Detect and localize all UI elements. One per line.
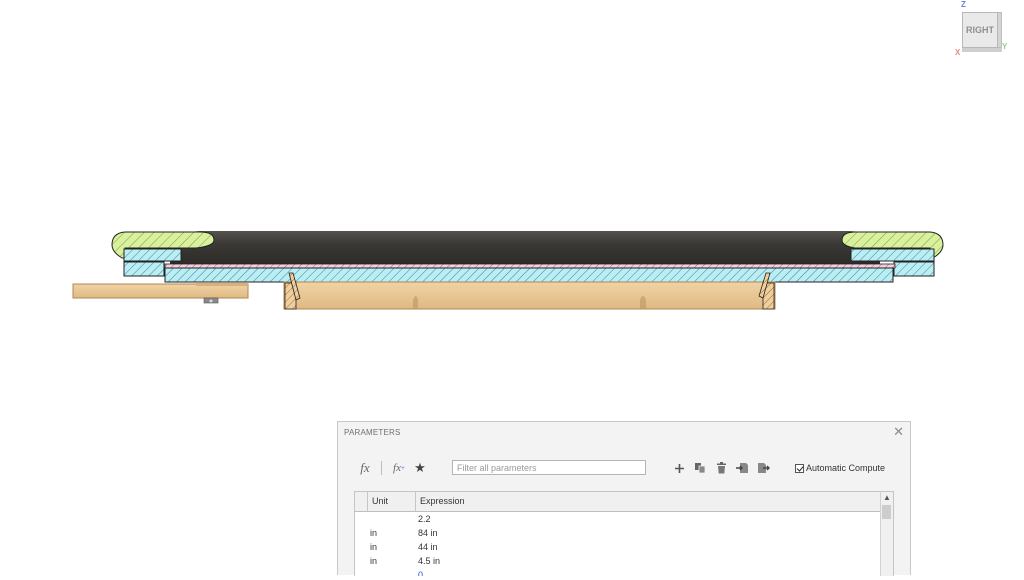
export-icon[interactable] (755, 458, 771, 478)
axis-x-label: X (955, 48, 961, 57)
unit-cell: in (370, 556, 378, 566)
parameters-dialog: PARAMETERS ✕ fx fx+ ★ Automatic Compute … (337, 421, 911, 576)
expression-cell[interactable]: 84 in (418, 526, 438, 540)
wood-apron (283, 281, 776, 310)
expression-cell[interactable]: 4.5 in (418, 554, 440, 568)
automatic-compute-label: Automatic Compute (806, 463, 886, 473)
left-block-lower (123, 261, 165, 277)
vertical-scrollbar[interactable]: ▲ (880, 492, 893, 576)
automatic-compute-checkbox[interactable]: Automatic Compute (795, 460, 885, 476)
substrate-panel (164, 267, 894, 283)
star-icon[interactable]: ★ (412, 458, 428, 478)
column-header-expression[interactable]: Expression (415, 492, 882, 511)
toolbar-divider (381, 461, 382, 475)
user-parameter-icon[interactable]: fx + (390, 458, 408, 478)
table-row[interactable]: 2.2 (355, 512, 882, 526)
checkbox-box[interactable] (795, 463, 804, 473)
laminate-layer (164, 263, 896, 269)
close-icon[interactable]: ✕ (893, 424, 904, 440)
trash-icon[interactable] (713, 458, 729, 478)
unit-cell: in (370, 542, 378, 552)
tabletop-surface (170, 231, 880, 264)
side-board (72, 283, 249, 299)
table-row[interactable]: in 4.5 in (355, 554, 882, 568)
right-block-upper (850, 248, 935, 262)
scroll-thumb[interactable] (882, 505, 891, 519)
unit-cell: in (370, 528, 378, 538)
column-header-unit[interactable]: Unit (367, 492, 415, 511)
plus-icon[interactable] (671, 458, 687, 478)
table-row[interactable]: in 84 in (355, 526, 882, 540)
table-header: Unit Expression (355, 492, 882, 512)
expression-cell[interactable]: 44 in (418, 540, 438, 554)
view-cube-face-right[interactable]: RIGHT (962, 12, 998, 48)
axis-y-label: Y (1002, 42, 1008, 51)
function-icon[interactable]: fx (356, 458, 374, 478)
axis-z-label: Z (961, 0, 966, 9)
view-cube[interactable]: Z RIGHT X Y (955, 0, 1015, 62)
copy-icon[interactable] (692, 458, 708, 478)
expression-cell[interactable]: 2.2 (418, 512, 431, 526)
dialog-title: PARAMETERS (344, 428, 401, 437)
left-block-upper (123, 248, 182, 262)
import-icon[interactable] (734, 458, 750, 478)
parameters-toolbar: fx fx+ ★ Automatic Compute (338, 458, 910, 480)
scroll-up-icon[interactable]: ▲ (881, 492, 893, 504)
right-block-lower (893, 261, 935, 277)
table-row[interactable]: in 44 in (355, 540, 882, 554)
parameters-table: Unit Expression 2.2 in 84 in in 44 in in… (354, 491, 894, 576)
view-cube-bottom[interactable] (962, 48, 1002, 52)
filter-parameters-input[interactable] (452, 460, 646, 475)
